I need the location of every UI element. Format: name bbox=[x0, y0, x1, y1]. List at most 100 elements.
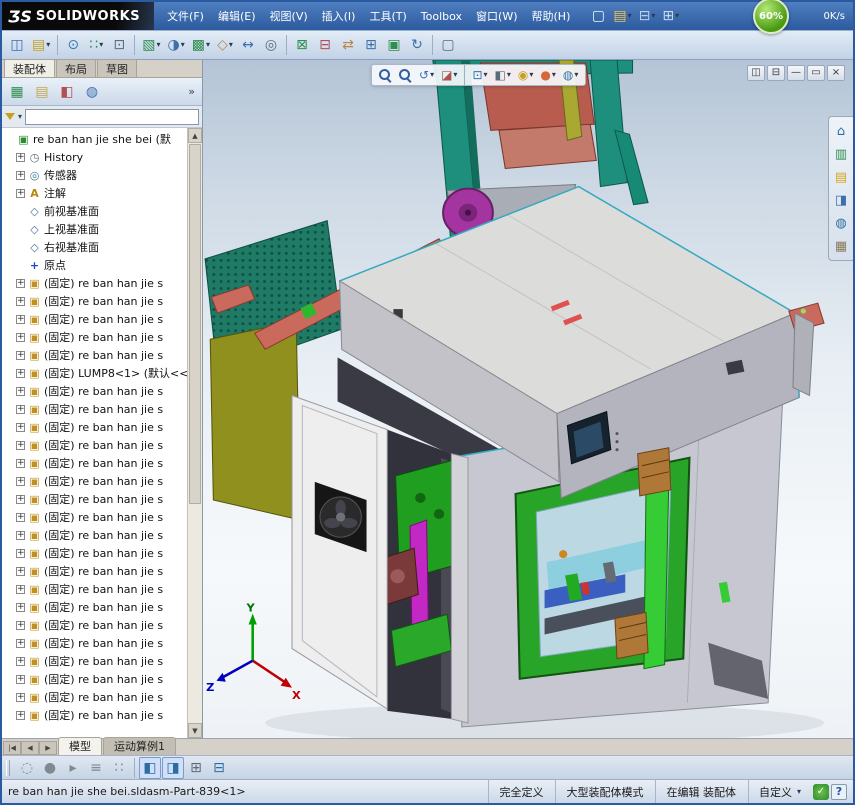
appearances-icon[interactable]: ◍ bbox=[831, 213, 851, 233]
scroll-track[interactable] bbox=[188, 143, 202, 723]
tree-item-component[interactable]: + ▣ (固定) re ban han jie s bbox=[2, 490, 187, 508]
tree-item-component[interactable]: + ▣ (固定) re ban han jie s bbox=[2, 454, 187, 472]
displaymanager-icon[interactable]: ◍ bbox=[81, 81, 103, 103]
zoom-fit-icon[interactable] bbox=[376, 66, 395, 84]
scroll-up-icon[interactable] bbox=[188, 128, 202, 143]
edit-macro-icon[interactable]: ≡ bbox=[85, 757, 107, 779]
tab-scroll-button-1[interactable]: ◀ bbox=[21, 741, 39, 755]
tab-scroll-button-2[interactable]: ▶ bbox=[39, 741, 57, 755]
menu-item-7[interactable]: 帮助(H) bbox=[525, 6, 578, 26]
tree-item-component[interactable]: + ▣ (固定) re ban han jie s bbox=[2, 526, 187, 544]
linear-pattern-icon[interactable]: ∷ ▾ bbox=[85, 34, 107, 56]
measure-icon[interactable]: ⇄ bbox=[337, 34, 359, 56]
design-library-icon[interactable]: ▥ bbox=[831, 144, 851, 164]
tree-item-component[interactable]: + ▣ (固定) re ban han jie s bbox=[2, 652, 187, 670]
screen-capture-icon[interactable]: ▢ bbox=[437, 34, 459, 56]
tree-item-component[interactable]: + ▣ (固定) re ban han jie s bbox=[2, 292, 187, 310]
tree-item-special-2[interactable]: + A 注解 bbox=[2, 184, 187, 202]
file-explorer-icon[interactable]: ▤ bbox=[831, 167, 851, 187]
expander-icon[interactable]: + bbox=[16, 476, 25, 486]
mass-properties-icon[interactable]: ⊞ bbox=[360, 34, 382, 56]
tree-item-component[interactable]: + ▣ (固定) re ban han jie s bbox=[2, 544, 187, 562]
new-macro-icon[interactable]: ∷ bbox=[108, 757, 130, 779]
new-document-icon[interactable]: ▢ bbox=[587, 6, 609, 26]
more-panel-tabs-button[interactable]: » bbox=[185, 85, 198, 98]
expander-icon[interactable]: + bbox=[16, 296, 25, 306]
expander-icon[interactable]: + bbox=[16, 152, 25, 162]
expander-icon[interactable]: + bbox=[16, 404, 25, 414]
tree-item-component[interactable]: + ▣ (固定) re ban han jie s bbox=[2, 706, 187, 724]
move-component-icon[interactable]: ↔ bbox=[237, 34, 259, 56]
expander-icon[interactable]: + bbox=[16, 458, 25, 468]
show-hidden-components-icon[interactable]: ◎ bbox=[260, 34, 282, 56]
reference-geometry-icon[interactable]: ◇ ▾ bbox=[214, 34, 236, 56]
tree-item-component[interactable]: + ▣ (固定) re ban han jie s bbox=[2, 382, 187, 400]
solidworks-resources-icon[interactable]: ⌂ bbox=[831, 121, 851, 141]
previous-view-icon[interactable]: ↺ ▾ bbox=[416, 66, 437, 84]
tree-item-component[interactable]: + ▣ (固定) re ban han jie s bbox=[2, 346, 187, 364]
custom-properties-icon[interactable]: ▦ bbox=[831, 236, 851, 256]
configurationmanager-icon[interactable]: ◧ bbox=[56, 81, 78, 103]
help-icon[interactable]: ? bbox=[831, 783, 847, 800]
expander-icon[interactable]: + bbox=[16, 170, 25, 180]
expander-icon[interactable]: + bbox=[16, 638, 25, 648]
tree-item-special-1[interactable]: + ◎ 传感器 bbox=[2, 166, 187, 184]
tree-item-special-4[interactable]: ◇ 上视基准面 bbox=[2, 220, 187, 238]
record-pause-icon[interactable]: ◌ bbox=[16, 757, 38, 779]
featuremanager-tree-icon[interactable]: ▦ bbox=[6, 81, 28, 103]
tree-item-component[interactable]: + ▣ (固定) re ban han jie s bbox=[2, 616, 187, 634]
interference-detection-icon[interactable]: ⊟ bbox=[314, 34, 336, 56]
knowledge-base-icon[interactable]: ◨ bbox=[162, 756, 184, 779]
graphics-area[interactable]: Y X Z ↺ ▾ ◪ ▾ ⊡ ▾ ◧ ▾ ◉ ▾ ● ▾ ◍ ▾ ◫ ⊟ — ▭ × ⌂ ▥ ▤ ◨ ◍ ▦ bbox=[203, 60, 853, 738]
filter-dropdown-icon[interactable]: ▾ bbox=[18, 112, 22, 121]
document-tab-1[interactable]: 运动算例1 bbox=[103, 737, 176, 755]
menu-item-1[interactable]: 编辑(E) bbox=[211, 6, 263, 26]
window-close-icon[interactable]: × bbox=[827, 65, 845, 81]
panel-tab-1[interactable]: 布局 bbox=[56, 59, 96, 77]
expander-icon[interactable]: + bbox=[16, 314, 25, 324]
tree-item-component[interactable]: + ▣ (固定) re ban han jie s bbox=[2, 400, 187, 418]
tree-item-special-6[interactable]: + 原点 bbox=[2, 256, 187, 274]
expander-icon[interactable]: + bbox=[16, 584, 25, 594]
tree-item-component[interactable]: + ▣ (固定) re ban han jie s bbox=[2, 418, 187, 436]
assembly-model[interactable]: Y X Z bbox=[203, 60, 853, 738]
apply-scene-icon[interactable]: ◍ ▾ bbox=[560, 66, 582, 84]
window-minimize-icon[interactable]: — bbox=[787, 65, 805, 81]
expander-icon[interactable]: + bbox=[16, 530, 25, 540]
menu-item-5[interactable]: Toolbox bbox=[414, 8, 469, 25]
tree-item-special-3[interactable]: ◇ 前视基准面 bbox=[2, 202, 187, 220]
expander-icon[interactable]: + bbox=[16, 440, 25, 450]
panel-tab-0[interactable]: 装配体 bbox=[4, 59, 55, 77]
expander-icon[interactable]: + bbox=[16, 674, 25, 684]
document-tab-0[interactable]: 模型 bbox=[58, 737, 102, 755]
expander-icon[interactable]: + bbox=[16, 602, 25, 612]
record-macro-icon[interactable]: ● bbox=[39, 757, 61, 779]
menu-item-4[interactable]: 工具(T) bbox=[362, 6, 413, 26]
tree-root-assembly[interactable]: ▣ re ban han jie she bei (默 bbox=[2, 130, 187, 148]
edit-appearance-icon[interactable]: ● ▾ bbox=[537, 66, 559, 84]
tree-item-component[interactable]: + ▣ (固定) re ban han jie s bbox=[2, 328, 187, 346]
run-macro-icon[interactable]: ▸ bbox=[62, 757, 84, 779]
view-palette-icon[interactable]: ◨ bbox=[831, 190, 851, 210]
scroll-down-icon[interactable] bbox=[188, 723, 202, 738]
expander-icon[interactable]: + bbox=[16, 692, 25, 702]
expander-icon[interactable]: + bbox=[16, 368, 25, 378]
menu-item-3[interactable]: 插入(I) bbox=[315, 6, 363, 26]
tree-item-component[interactable]: + ▣ (固定) re ban han jie s bbox=[2, 310, 187, 328]
tree-item-special-5[interactable]: ◇ 右视基准面 bbox=[2, 238, 187, 256]
expander-icon[interactable]: + bbox=[16, 494, 25, 504]
tree-item-component[interactable]: + ▣ (固定) re ban han jie s bbox=[2, 634, 187, 652]
accelerator-ball-badge[interactable]: 60% bbox=[753, 0, 789, 34]
tree-item-component[interactable]: + ▣ (固定) re ban han jie s bbox=[2, 472, 187, 490]
expander-icon[interactable]: + bbox=[16, 656, 25, 666]
tree-item-component[interactable]: + ▣ (固定) re ban han jie s bbox=[2, 274, 187, 292]
tree-item-component[interactable]: + ▣ (固定) re ban han jie s bbox=[2, 580, 187, 598]
expander-icon[interactable]: + bbox=[16, 386, 25, 396]
simulation-icon[interactable]: ▣ bbox=[383, 34, 405, 56]
menu-item-2[interactable]: 视图(V) bbox=[263, 6, 315, 26]
expander-icon[interactable]: + bbox=[16, 350, 25, 360]
assembly-features-icon[interactable]: ▩ ▾ bbox=[189, 34, 213, 56]
smart-fasteners-icon[interactable]: ⊡ bbox=[108, 34, 130, 56]
window-cascade-icon[interactable]: ⊟ bbox=[767, 65, 785, 81]
expander-icon[interactable]: + bbox=[16, 548, 25, 558]
